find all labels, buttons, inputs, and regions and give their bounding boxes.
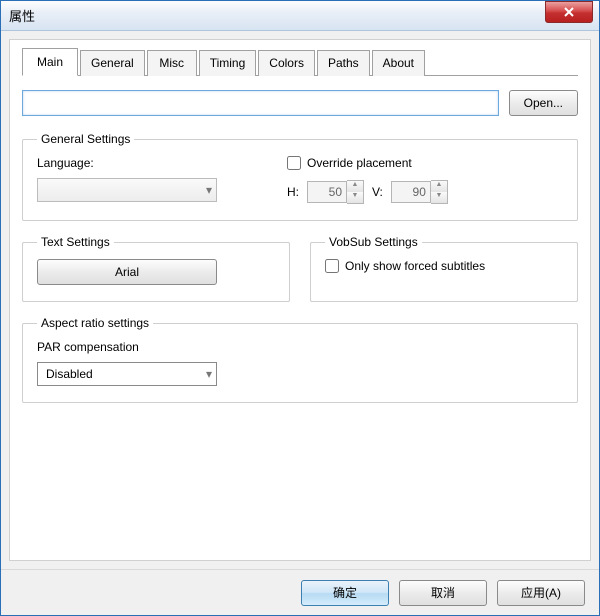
chevron-down-icon: ▾: [206, 183, 212, 197]
override-placement-label: Override placement: [307, 156, 412, 170]
tab-main[interactable]: Main: [22, 48, 78, 76]
properties-dialog: 属性 Main General Misc Timing Colors Paths…: [0, 0, 600, 616]
override-placement-checkbox[interactable]: [287, 156, 301, 170]
h-value[interactable]: [307, 181, 347, 203]
tab-bar: Main General Misc Timing Colors Paths Ab…: [22, 50, 578, 76]
h-spinner[interactable]: ▲▼: [307, 180, 364, 204]
font-button[interactable]: Arial: [37, 259, 217, 285]
content-area: Main General Misc Timing Colors Paths Ab…: [9, 39, 591, 561]
caret-up-icon: ▲: [347, 181, 363, 192]
par-label: PAR compensation: [37, 340, 563, 354]
forced-subtitles-checkbox[interactable]: [325, 259, 339, 273]
tab-timing[interactable]: Timing: [199, 50, 257, 76]
tab-paths[interactable]: Paths: [317, 50, 370, 76]
aspect-ratio-group: Aspect ratio settings PAR compensation D…: [22, 316, 578, 403]
text-settings-legend: Text Settings: [37, 235, 114, 249]
v-spinner-arrows[interactable]: ▲▼: [431, 180, 448, 204]
h-label: H:: [287, 185, 299, 199]
open-button[interactable]: Open...: [509, 90, 578, 116]
tab-misc[interactable]: Misc: [147, 50, 197, 76]
close-button[interactable]: [545, 1, 593, 23]
caret-down-icon: ▼: [347, 192, 363, 203]
path-input[interactable]: [22, 90, 499, 116]
cancel-button[interactable]: 取消: [399, 580, 487, 606]
titlebar: 属性: [1, 1, 599, 31]
tab-about[interactable]: About: [372, 50, 425, 76]
language-select[interactable]: ▾: [37, 178, 217, 202]
ok-button[interactable]: 确定: [301, 580, 389, 606]
par-select[interactable]: Disabled ▾: [37, 362, 217, 386]
caret-up-icon: ▲: [431, 181, 447, 192]
tab-general[interactable]: General: [80, 50, 145, 76]
vobsub-settings-legend: VobSub Settings: [325, 235, 422, 249]
language-label: Language:: [37, 156, 287, 170]
chevron-down-icon: ▾: [206, 367, 212, 381]
tab-colors[interactable]: Colors: [258, 50, 315, 76]
vobsub-settings-group: VobSub Settings Only show forced subtitl…: [310, 235, 578, 302]
close-icon: [563, 7, 575, 17]
window-title: 属性: [9, 6, 35, 25]
v-spinner[interactable]: ▲▼: [391, 180, 448, 204]
apply-button[interactable]: 应用(A): [497, 580, 585, 606]
v-value[interactable]: [391, 181, 431, 203]
general-settings-legend: General Settings: [37, 132, 134, 146]
general-settings-group: General Settings Language: ▾ Override pl…: [22, 132, 578, 221]
v-label: V:: [372, 185, 383, 199]
text-settings-group: Text Settings Arial: [22, 235, 290, 302]
caret-down-icon: ▼: [431, 192, 447, 203]
forced-subtitles-label: Only show forced subtitles: [345, 259, 485, 273]
open-row: Open...: [22, 90, 578, 116]
h-spinner-arrows[interactable]: ▲▼: [347, 180, 364, 204]
dialog-footer: 确定 取消 应用(A): [1, 569, 599, 615]
aspect-ratio-legend: Aspect ratio settings: [37, 316, 153, 330]
par-value: Disabled: [46, 367, 93, 381]
